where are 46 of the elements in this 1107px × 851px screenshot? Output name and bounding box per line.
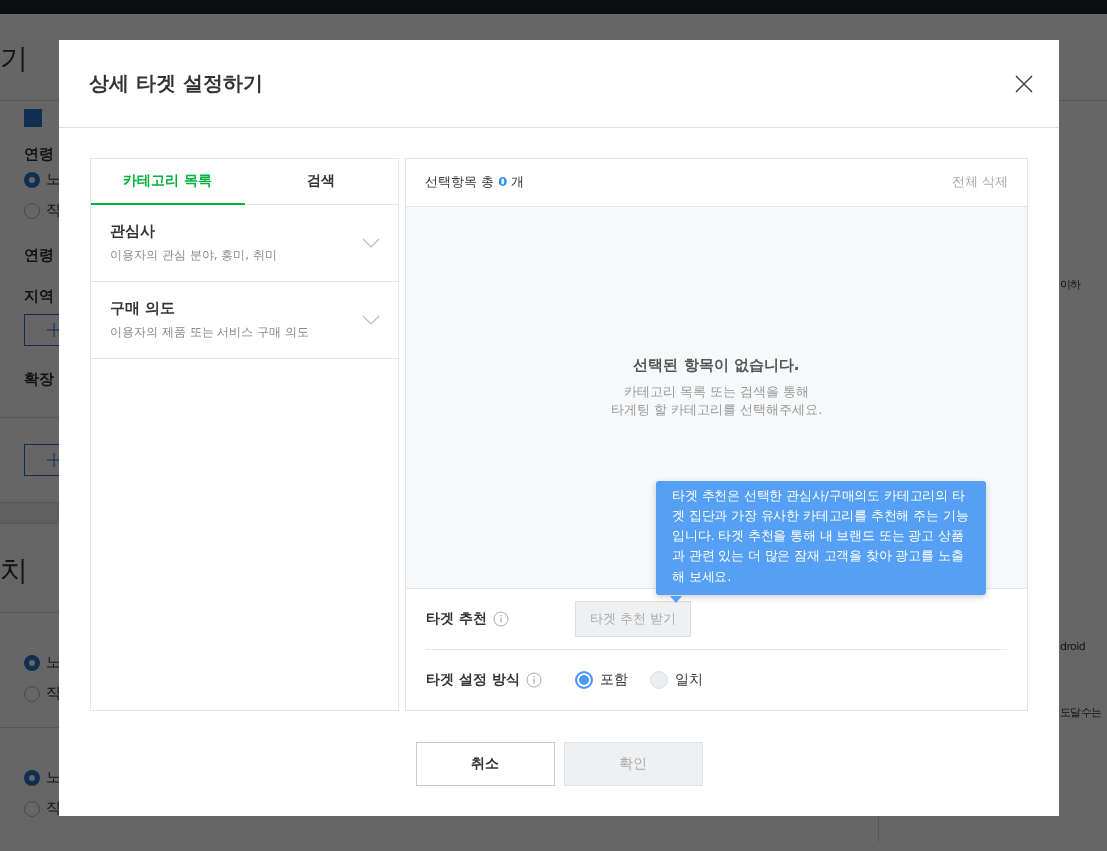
plus-icon: [47, 323, 61, 337]
empty-description: 카테고리 목록 또는 검색을 통해 타게팅 할 카테고리를 선택해주세요.: [610, 382, 823, 420]
category-description: 이용자의 관심 분야, 흥미, 취미: [110, 247, 277, 264]
radio-button[interactable]: [24, 171, 40, 188]
section-heading: 치: [0, 553, 28, 589]
empty-title: 선택된 항목이 없습니다.: [633, 355, 800, 375]
tooltip: 타겟 추천은 선택한 관심사/구매의도 카테고리의 타겟 집단과 가장 유사한 카테고리를 추천해 주는 기능입니다. 타겟 추천을 통해 내 브랜드 또는 광고 상품과 관련 있는 더 많은 잠재 고객을 찾아 광고를 노출해 보세요.: [656, 481, 986, 595]
info-icon[interactable]: [492, 611, 509, 628]
category-name[interactable]: 구매 의도: [110, 299, 310, 318]
side-text: 도달수는: [1060, 705, 1102, 720]
info-icon[interactable]: [525, 672, 542, 689]
side-text: 이하: [1060, 277, 1081, 292]
radio-label: 직: [46, 201, 61, 220]
row-label: 타겟 설정 방식: [426, 671, 520, 690]
side-text: droid: [1060, 640, 1086, 653]
section-label: 연령: [24, 246, 54, 265]
chevron-icon[interactable]: [362, 315, 380, 325]
page-heading: 기: [0, 41, 28, 77]
section-label: 연령: [24, 145, 54, 164]
selection-count: 선택항목 총 0 개: [425, 173, 525, 192]
radio-button[interactable]: [575, 671, 593, 690]
section-label: 확장: [24, 370, 54, 389]
tooltip-pointer: [670, 596, 682, 603]
checkbox[interactable]: [24, 109, 42, 127]
plus-icon: [47, 453, 61, 467]
radio-label: 포함: [600, 671, 628, 690]
radio-label: 노: [46, 653, 61, 672]
radio-label: 노: [46, 768, 61, 787]
category-name[interactable]: 관심사: [110, 222, 277, 241]
chevron-icon[interactable]: [362, 238, 380, 248]
radio-button[interactable]: [24, 800, 40, 817]
radio-button[interactable]: [24, 202, 40, 219]
radio-label: 노: [46, 170, 61, 189]
section-label: 지역: [24, 287, 54, 306]
radio-button[interactable]: [24, 685, 40, 702]
row-label: 타겟 추천: [426, 610, 487, 629]
category-description: 이용자의 제품 또는 서비스 구매 의도: [110, 324, 310, 341]
tab[interactable]: 검색: [244, 159, 398, 205]
radio-button[interactable]: [24, 769, 40, 786]
radio-label: 직: [46, 799, 61, 818]
close-icon[interactable]: [1015, 74, 1033, 93]
radio-label: 일치: [675, 671, 703, 690]
radio-button[interactable]: [24, 654, 40, 671]
dialog-title: 상세 타겟 설정하기: [89, 70, 263, 97]
radio-label: 직: [46, 684, 61, 703]
dialog-button[interactable]: 취소: [415, 742, 555, 786]
